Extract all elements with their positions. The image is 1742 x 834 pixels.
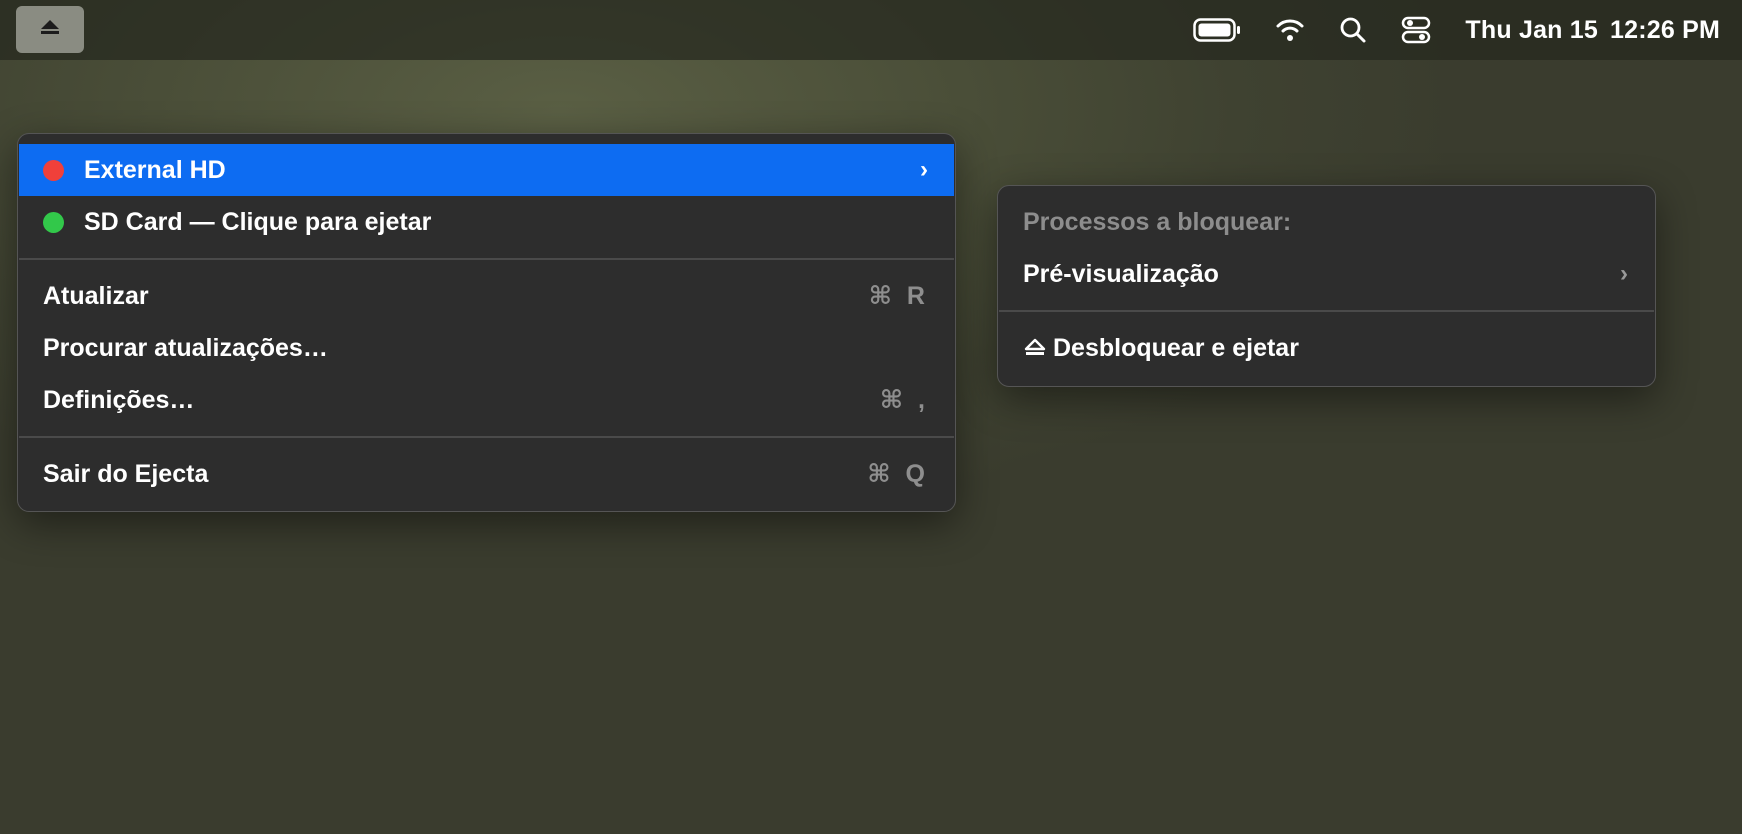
control-center-icon[interactable] (1401, 16, 1431, 44)
eject-icon (39, 18, 61, 41)
chevron-right-icon: › (1620, 260, 1628, 287)
menu-item-external-hd[interactable]: External HD › (19, 144, 954, 196)
menu-item-procurar-atualizacoes[interactable]: Procurar atualizações… (19, 322, 954, 374)
menu-item-label: Definições… (43, 385, 195, 414)
submenu-header: Processos a bloquear: (999, 196, 1654, 248)
clock-date: Thu Jan 15 (1465, 15, 1598, 44)
menu-item-shortcut: ⌘ Q (867, 460, 929, 488)
menu-item-sair[interactable]: Sair do Ejecta ⌘ Q (19, 448, 954, 500)
menu-item-label: Pré-visualização (1023, 259, 1219, 288)
menu-item-desbloquear-ejetar[interactable]: Desbloquear e ejetar (999, 322, 1654, 374)
menu-item-shortcut: ⌘ R (868, 282, 929, 310)
menu-item-sd-card[interactable]: SD Card — Clique para ejetar (19, 196, 954, 248)
search-icon[interactable] (1339, 16, 1367, 44)
submenu-header-label: Processos a bloquear: (1023, 207, 1292, 236)
external-hd-submenu: Processos a bloquear: Pré-visualização ›… (997, 185, 1656, 387)
drive-status-green-dot (43, 211, 64, 233)
chevron-right-icon: › (920, 156, 928, 183)
menu-item-label: External HD (84, 155, 226, 184)
menu-item-shortcut: ⌘ , (879, 386, 929, 414)
menu-separator (999, 310, 1654, 312)
menu-item-label-group: Desbloquear e ejetar (999, 334, 1654, 363)
menu-separator (19, 436, 954, 438)
menu-item-text: Desbloquear e ejetar (1053, 333, 1299, 362)
drive-status-red-dot (43, 159, 64, 181)
menu-item-label: SD Card — Clique para ejetar (84, 207, 432, 236)
battery-icon[interactable] (1193, 18, 1241, 42)
menu-bar-clock[interactable]: Thu Jan 15 12:26 PM (1465, 16, 1720, 45)
menu-item-label: Sair do Ejecta (43, 459, 209, 488)
wifi-icon[interactable] (1275, 17, 1305, 43)
menu-item-pre-visualizacao[interactable]: Pré-visualização › (999, 248, 1654, 300)
menu-item-atualizar[interactable]: Atualizar ⌘ R (19, 270, 954, 322)
ejecta-dropdown-menu: External HD › SD Card — Clique para ejet… (17, 133, 956, 512)
menu-bar-status-area: Thu Jan 15 12:26 PM (1193, 0, 1720, 60)
clock-time: 12:26 PM (1610, 15, 1720, 44)
menu-item-label: Procurar atualizações… (43, 333, 328, 362)
ejecta-menu-extra-button[interactable] (16, 6, 84, 53)
menu-separator (19, 258, 954, 260)
menu-item-label: Atualizar (43, 281, 149, 310)
menu-bar: Thu Jan 15 12:26 PM (0, 0, 1742, 60)
eject-icon (1023, 337, 1047, 359)
menu-item-definicoes[interactable]: Definições… ⌘ , (19, 374, 954, 426)
